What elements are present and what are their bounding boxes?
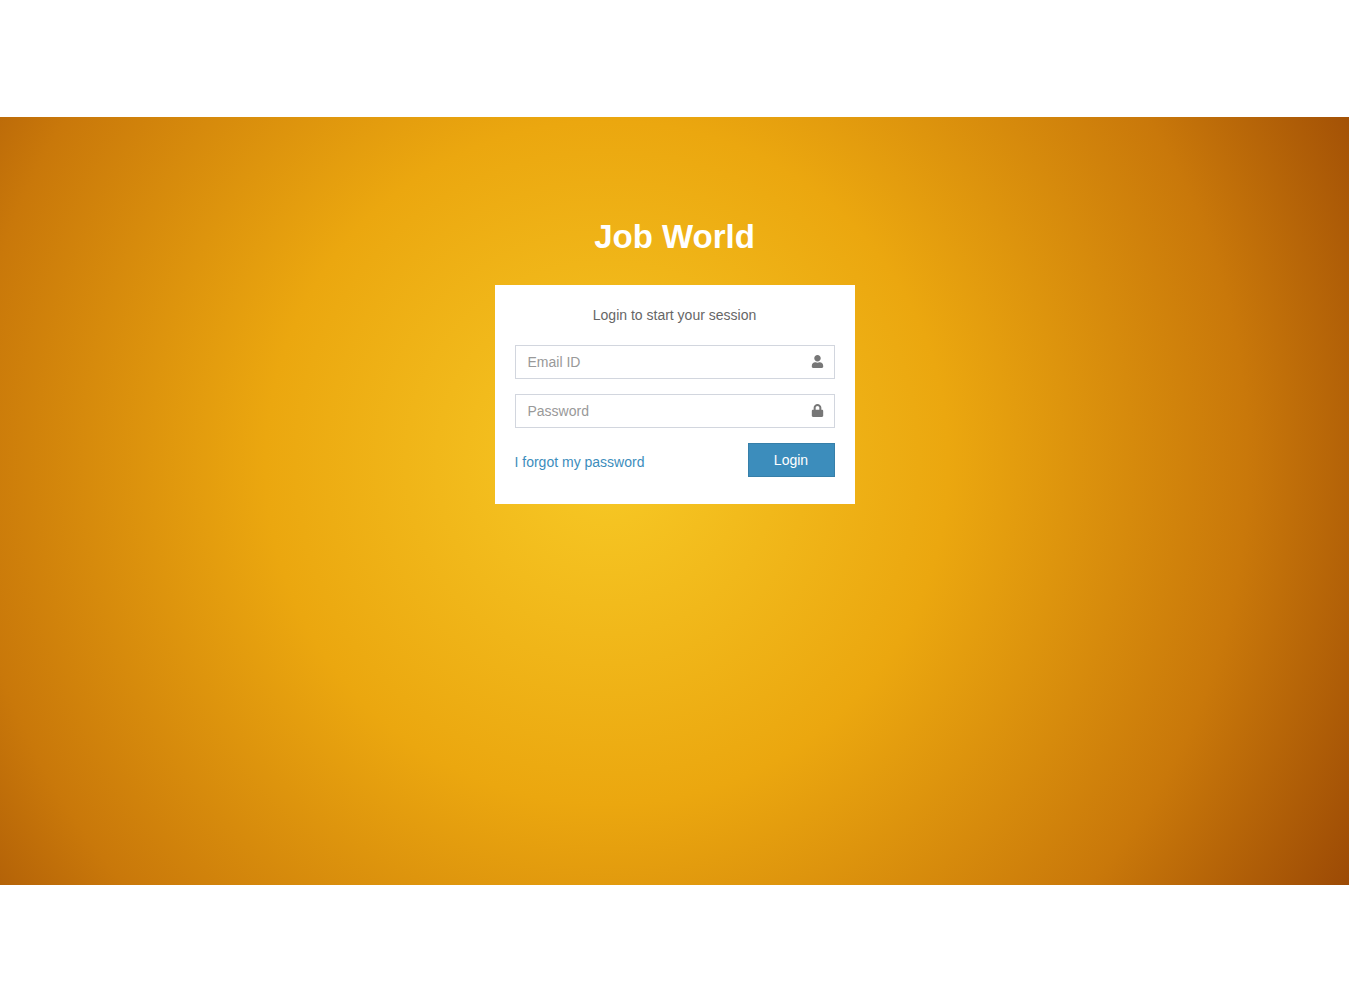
login-actions: I forgot my password Login <box>515 443 835 477</box>
app-title: Job World <box>594 218 755 256</box>
email-input[interactable] <box>515 345 835 379</box>
top-margin <box>0 0 1349 117</box>
bottom-margin <box>0 885 1349 1002</box>
page: Job World Login to start your session I fo… <box>0 0 1349 1002</box>
password-field <box>515 394 835 428</box>
login-button[interactable]: Login <box>748 443 835 477</box>
lock-icon <box>811 404 824 417</box>
login-message: Login to start your session <box>515 305 835 325</box>
login-backdrop: Job World Login to start your session I fo… <box>0 117 1349 885</box>
email-field <box>515 345 835 379</box>
login-box: Login to start your session I forgot my p… <box>495 285 855 504</box>
forgot-password-link[interactable]: I forgot my password <box>515 452 645 473</box>
password-input[interactable] <box>515 394 835 428</box>
user-icon <box>811 355 824 368</box>
login-fields <box>515 345 835 428</box>
